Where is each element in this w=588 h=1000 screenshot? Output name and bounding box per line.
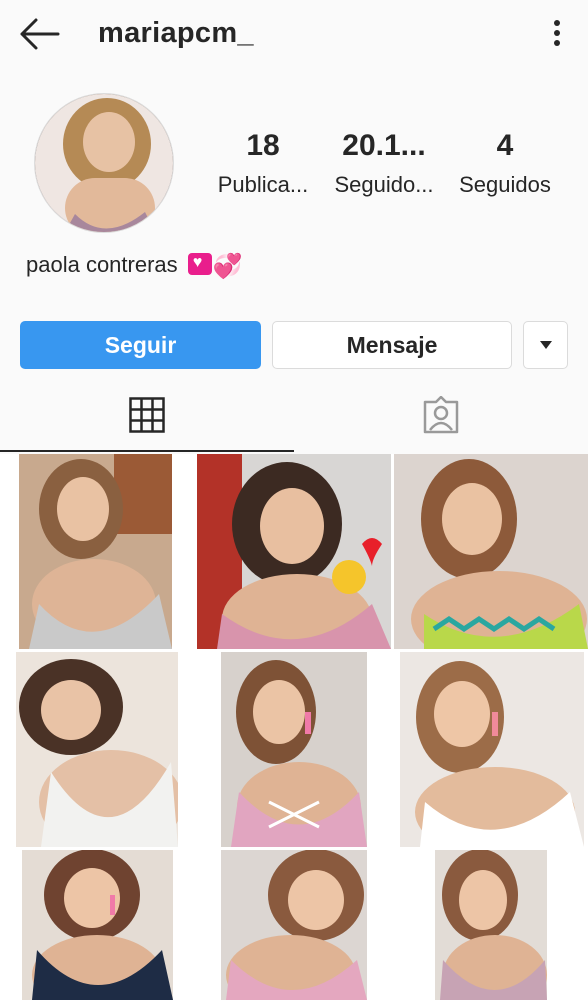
post-thumbnail[interactable] — [435, 850, 547, 1000]
posts-grid — [0, 454, 588, 1000]
suggestions-dropdown-button[interactable] — [523, 321, 568, 369]
more-vertical-icon[interactable] — [545, 17, 569, 49]
stat-posts-value: 18 — [246, 129, 280, 162]
stat-followers-value: 20.1... — [342, 129, 426, 162]
grid-icon — [129, 397, 165, 433]
display-name-text: paola contreras — [26, 252, 178, 277]
follow-button[interactable]: Seguir — [20, 321, 261, 369]
tab-tagged[interactable] — [294, 380, 588, 450]
profile-tabs — [0, 380, 588, 452]
post-thumbnail[interactable] — [16, 652, 178, 847]
message-button[interactable]: Mensaje — [272, 321, 512, 369]
stat-followers-label: Seguido... — [334, 172, 434, 197]
stat-posts-label: Publica... — [217, 172, 309, 197]
two-hearts-emoji-icon: 💞 — [212, 253, 243, 280]
caret-down-icon — [539, 341, 552, 349]
avatar-photo — [35, 94, 173, 232]
stat-following-label: Seguidos — [459, 172, 551, 197]
post-thumbnail[interactable] — [400, 652, 584, 847]
top-bar: mariapcm_ — [0, 0, 588, 70]
post-thumbnail[interactable] — [197, 454, 391, 649]
profile-avatar[interactable] — [34, 93, 174, 233]
post-thumbnail[interactable] — [221, 850, 367, 1000]
post-thumbnail[interactable] — [22, 850, 173, 1000]
heart-box-emoji-icon — [187, 253, 212, 275]
stat-posts[interactable]: 18 Publica... — [205, 128, 321, 198]
stat-followers[interactable]: 20.1... Seguido... — [326, 128, 442, 198]
tab-grid[interactable] — [0, 380, 294, 452]
tagged-person-icon — [423, 396, 459, 434]
post-thumbnail[interactable] — [394, 454, 588, 649]
post-thumbnail[interactable] — [221, 652, 367, 847]
stat-following[interactable]: 4 Seguidos — [447, 128, 563, 198]
profile-username: mariapcm_ — [98, 17, 254, 49]
post-thumbnail[interactable] — [19, 454, 172, 649]
stat-following-value: 4 — [496, 129, 514, 162]
arrow-left-icon[interactable] — [18, 16, 60, 52]
profile-display-name: paola contreras 💞 — [26, 252, 243, 281]
